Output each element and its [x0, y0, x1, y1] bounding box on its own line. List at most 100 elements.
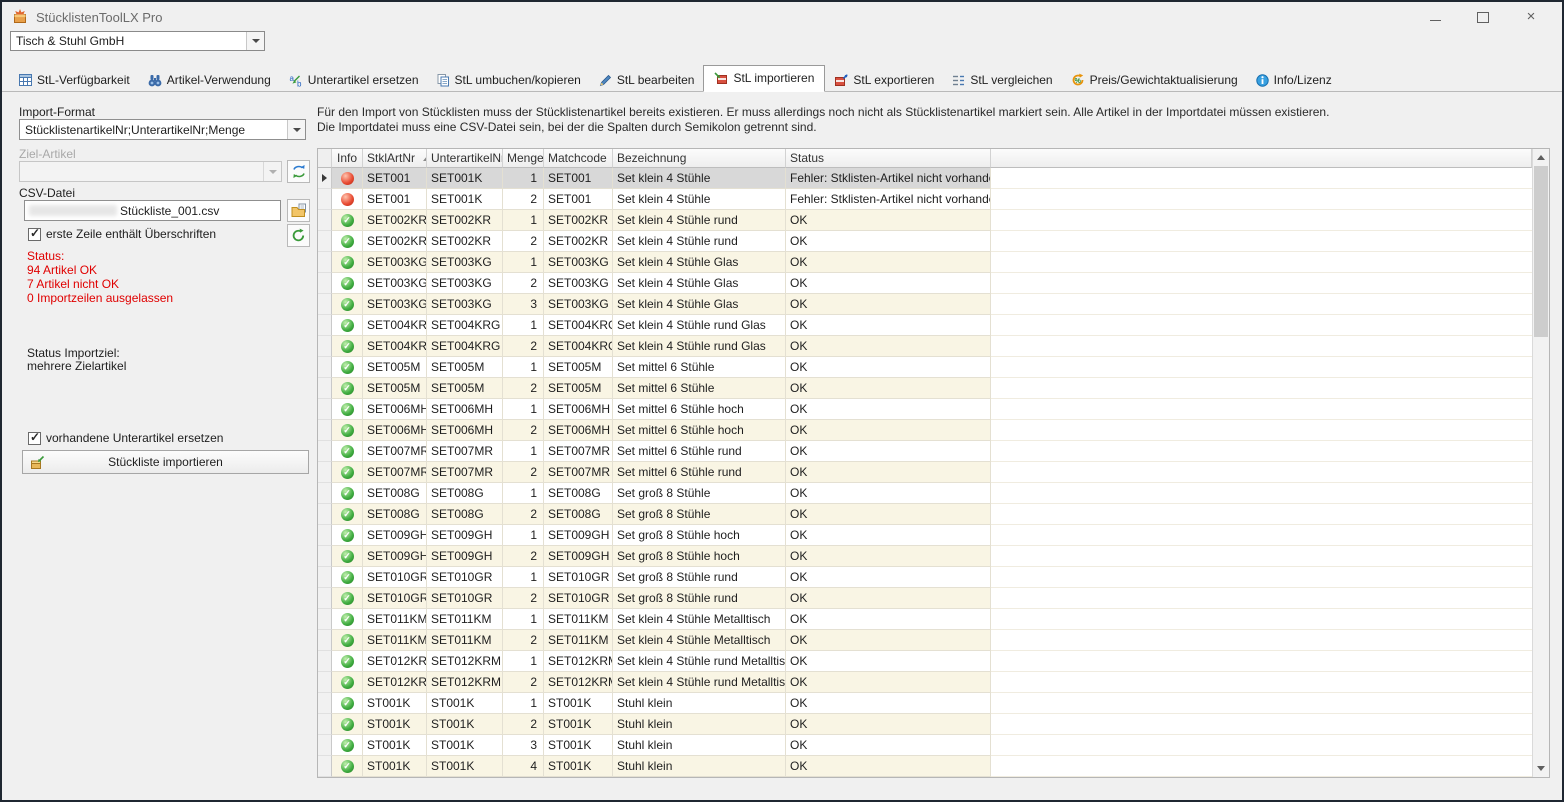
tab-artikel-verwendung[interactable]: Artikel-Verwendung — [139, 69, 280, 92]
table-row[interactable]: ST001KST001K2ST001KStuhl kleinOK — [318, 714, 1532, 735]
table-row[interactable]: SET003KGSET003KG1SET003KGSet klein 4 Stü… — [318, 252, 1532, 273]
table-row[interactable]: SET003KGSET003KG2SET003KGSet klein 4 Stü… — [318, 273, 1532, 294]
column-header-info[interactable]: Info — [332, 149, 363, 168]
minimize-button[interactable] — [1428, 10, 1442, 24]
first-row-header-label: erste Zeile enthält Überschriften — [46, 227, 216, 241]
table-row[interactable]: SET002KRSET002KR2SET002KRSet klein 4 Stü… — [318, 231, 1532, 252]
import-format-select[interactable]: StücklistenartikelNr;UnterartikelNr;Meng… — [19, 119, 306, 140]
scroll-up-button[interactable] — [1533, 149, 1549, 166]
cell-unterartikelnr: SET007MR — [427, 462, 503, 483]
cell-filler — [991, 210, 1532, 231]
csv-file-input[interactable]: Stückliste_001.csv — [24, 200, 281, 221]
tab-stl-umbuchen-kopieren[interactable]: StL umbuchen/kopieren — [428, 69, 590, 92]
ok-status-icon — [341, 529, 354, 542]
table-row[interactable]: ST001KST001K3ST001KStuhl kleinOK — [318, 735, 1532, 756]
ok-status-icon — [341, 571, 354, 584]
scrollbar-thumb[interactable] — [1534, 166, 1548, 337]
chevron-down-icon[interactable] — [246, 32, 264, 50]
table-row[interactable]: SET011KMSET011KM1SET011KMSet klein 4 Stü… — [318, 609, 1532, 630]
tab-stl-exportieren[interactable]: StL exportieren — [825, 69, 943, 92]
table-row[interactable]: SET010GRSET010GR2SET010GRSet groß 8 Stüh… — [318, 588, 1532, 609]
refresh-target-button[interactable] — [287, 160, 310, 183]
table-row[interactable]: SET008GSET008G2SET008GSet groß 8 StühleO… — [318, 504, 1532, 525]
row-indicator-cell — [318, 189, 332, 210]
cell-status: OK — [786, 441, 991, 462]
replace-subitems-checkbox[interactable]: vorhandene Unterartikel ersetzen — [28, 431, 223, 445]
cell-matchcode: SET001 — [544, 168, 613, 189]
table-row[interactable]: SET010GRSET010GR1SET010GRSet groß 8 Stüh… — [318, 567, 1532, 588]
scroll-down-button[interactable] — [1533, 760, 1549, 777]
table-row[interactable]: SET003KGSET003KG3SET003KGSet klein 4 Stü… — [318, 294, 1532, 315]
close-button[interactable]: × — [1524, 10, 1538, 24]
row-indicator-cell — [318, 609, 332, 630]
table-row[interactable]: SET012KRMSET012KRM1SET012KRMSet klein 4 … — [318, 651, 1532, 672]
status-icon-cell — [332, 252, 363, 273]
maximize-button[interactable] — [1476, 10, 1490, 24]
table-row[interactable]: SET006MHSET006MH2SET006MHSet mittel 6 St… — [318, 420, 1532, 441]
window-title: StücklistenToolLX Pro — [36, 10, 162, 25]
vertical-scrollbar[interactable] — [1532, 149, 1549, 777]
table-row[interactable]: SET008GSET008G1SET008GSet groß 8 StühleO… — [318, 483, 1532, 504]
tab-stl-verfuegbarkeit[interactable]: StL-Verfügbarkeit — [10, 69, 139, 92]
tab-stl-vergleichen[interactable]: StL vergleichen — [943, 69, 1061, 92]
column-header-bezeichnung[interactable]: Bezeichnung — [613, 149, 786, 168]
checkbox-checked-icon[interactable] — [28, 228, 41, 241]
cell-matchcode: SET010GR — [544, 588, 613, 609]
table-row[interactable]: SET005MSET005M1SET005MSet mittel 6 Stühl… — [318, 357, 1532, 378]
column-header-unterartikelnr[interactable]: UnterartikelNr — [427, 149, 503, 168]
cell-bezeichnung: Set klein 4 Stühle Glas — [613, 273, 786, 294]
cell-status: OK — [786, 210, 991, 231]
column-header-menge[interactable]: Menge — [503, 149, 544, 168]
triangle-up-icon — [1537, 155, 1545, 160]
table-row[interactable]: ST001KST001K1ST001KStuhl kleinOK — [318, 693, 1532, 714]
table-row[interactable]: SET004KRGSET004KRG2SET004KRGSet klein 4 … — [318, 336, 1532, 357]
import-stueckliste-button[interactable]: Stückliste importieren — [22, 450, 309, 474]
table-row[interactable]: SET005MSET005M2SET005MSet mittel 6 Stühl… — [318, 378, 1532, 399]
compare-icon — [952, 74, 965, 87]
reload-csv-button[interactable] — [287, 224, 310, 247]
status-icon-cell — [332, 315, 363, 336]
ok-status-icon — [341, 550, 354, 563]
tab-unterartikel-ersetzen[interactable]: ab Unterartikel ersetzen — [280, 69, 428, 92]
ok-status-icon — [341, 256, 354, 269]
table-row[interactable]: SET012KRMSET012KRM2SET012KRMSet klein 4 … — [318, 672, 1532, 693]
cell-filler — [991, 399, 1532, 420]
cell-filler — [991, 651, 1532, 672]
cell-filler — [991, 378, 1532, 399]
cell-status: OK — [786, 546, 991, 567]
tab-stl-importieren[interactable]: StL importieren — [703, 65, 825, 92]
table-row[interactable]: SET009GHSET009GH2SET009GHSet groß 8 Stüh… — [318, 546, 1532, 567]
tab-stl-bearbeiten[interactable]: StL bearbeiten — [590, 69, 704, 92]
table-row[interactable]: ST001KST001K4ST001KStuhl kleinOK — [318, 756, 1532, 777]
cell-bezeichnung: Set mittel 6 Stühle — [613, 378, 786, 399]
csv-datei-label: CSV-Datei — [19, 186, 75, 200]
cell-unterartikelnr: SET011KM — [427, 630, 503, 651]
table-row[interactable]: SET009GHSET009GH1SET009GHSet groß 8 Stüh… — [318, 525, 1532, 546]
table-row[interactable]: SET007MRSET007MR1SET007MRSet mittel 6 St… — [318, 441, 1532, 462]
tab-info-lizenz[interactable]: Info/Lizenz — [1247, 69, 1341, 92]
cell-unterartikelnr: SET003KG — [427, 273, 503, 294]
column-header-matchcode[interactable]: Matchcode — [544, 149, 613, 168]
first-row-header-checkbox[interactable]: erste Zeile enthält Überschriften — [28, 227, 216, 241]
cell-filler — [991, 252, 1532, 273]
table-row[interactable]: SET001SET001K1SET001Set klein 4 StühleFe… — [318, 168, 1532, 189]
table-row[interactable]: SET011KMSET011KM2SET011KMSet klein 4 Stü… — [318, 630, 1532, 651]
chevron-down-icon[interactable] — [287, 120, 305, 139]
status-skipped-count: 0 Importzeilen ausgelassen — [27, 292, 173, 305]
table-row[interactable]: SET001SET001K2SET001Set klein 4 StühleFe… — [318, 189, 1532, 210]
cell-unterartikelnr: SET003KG — [427, 294, 503, 315]
company-selector[interactable]: Tisch & Stuhl GmbH — [10, 31, 265, 51]
column-header-status[interactable]: Status — [786, 149, 991, 168]
browse-file-button[interactable] — [287, 199, 310, 222]
table-row[interactable]: SET004KRGSET004KRG1SET004KRGSet klein 4 … — [318, 315, 1532, 336]
row-indicator-cell — [318, 273, 332, 294]
checkbox-checked-icon[interactable] — [28, 432, 41, 445]
cell-matchcode: SET003KG — [544, 252, 613, 273]
table-row[interactable]: SET007MRSET007MR2SET007MRSet mittel 6 St… — [318, 462, 1532, 483]
error-status-icon — [341, 193, 354, 206]
tab-preis-gewichtaktualisierung[interactable]: % Preis/Gewichtaktualisierung — [1062, 69, 1247, 92]
table-row[interactable]: SET006MHSET006MH1SET006MHSet mittel 6 St… — [318, 399, 1532, 420]
column-header-stklartnr[interactable]: StklArtNr — [363, 149, 427, 168]
table-row[interactable]: SET002KRSET002KR1SET002KRSet klein 4 Stü… — [318, 210, 1532, 231]
cell-stklartnr: SET007MR — [363, 441, 427, 462]
